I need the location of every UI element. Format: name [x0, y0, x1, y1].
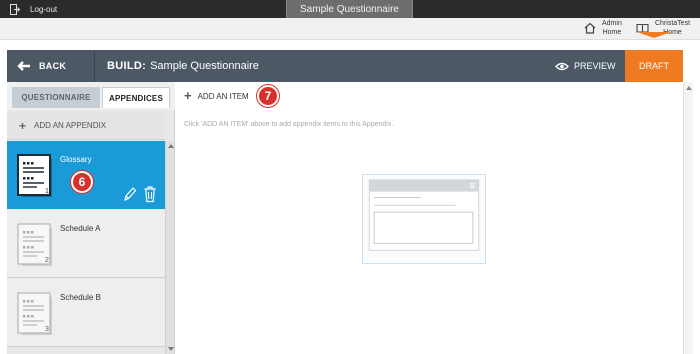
preview-button[interactable]: PREVIEW — [555, 50, 616, 82]
empty-hint: Click 'ADD AN ITEM' above to add appendi… — [184, 121, 394, 128]
logout-link[interactable]: Log-out — [10, 2, 57, 16]
callout-7: 7 — [257, 85, 279, 107]
page-title: BUILD: Sample Questionnaire — [107, 50, 259, 82]
appendix-item-schedule-a[interactable]: 2 Schedule A — [7, 210, 165, 278]
document-icon: 2 — [17, 223, 52, 266]
sidebar-scrollbar[interactable] — [165, 141, 174, 354]
admin-home-line1: Admin — [602, 20, 622, 27]
tab-appendices[interactable]: APPENDICES — [102, 87, 170, 108]
back-button[interactable]: BACK — [7, 50, 95, 82]
build-name: Sample Questionnaire — [150, 60, 259, 72]
document-number: 1 — [45, 188, 49, 195]
app-window: Log-out Sample Questionnaire Admin Home … — [0, 0, 700, 354]
admin-home-line2: Home — [602, 29, 622, 36]
main-scrollbar[interactable] — [683, 82, 693, 354]
user-home-line1: ChristaTest — [655, 20, 691, 27]
appendix-item-schedule-b[interactable]: 3 Schedule B — [7, 279, 165, 347]
item-actions — [123, 185, 157, 203]
callout-6: 6 — [71, 171, 93, 193]
logout-label: Log-out — [30, 4, 58, 14]
document-number: 2 — [45, 257, 49, 264]
builder-header: BACK BUILD: Sample Questionnaire PREVIEW… — [7, 50, 683, 82]
document-number: 3 — [45, 326, 49, 333]
pencil-icon[interactable] — [123, 186, 137, 202]
scroll-up-icon[interactable] — [686, 86, 692, 90]
admin-home-link[interactable]: Admin Home — [584, 19, 622, 37]
trash-icon[interactable] — [143, 185, 157, 203]
add-appendix-button[interactable]: + ADD AN APPENDIX — [7, 112, 165, 140]
preview-label: PREVIEW — [574, 61, 616, 71]
back-label: BACK — [39, 61, 67, 71]
plus-icon: + — [19, 118, 27, 133]
top-bar: Log-out Sample Questionnaire — [0, 0, 700, 18]
appendix-title: Schedule A — [60, 224, 101, 233]
add-item-label: ADD AN ITEM — [197, 91, 249, 101]
home-icon — [584, 22, 596, 34]
user-bar: Admin Home ChristaTest Home — [0, 18, 700, 40]
back-arrow-icon — [17, 61, 30, 71]
build-prefix: BUILD: — [107, 60, 147, 72]
logout-icon — [10, 3, 20, 15]
document-title-tab: Sample Questionnaire — [286, 0, 413, 18]
appendix-title: Glossary — [60, 155, 92, 164]
scroll-down-icon[interactable] — [168, 347, 174, 351]
eye-icon — [555, 62, 569, 70]
empty-state-illustration — [362, 174, 486, 264]
plus-icon: + — [184, 88, 192, 103]
document-icon: 3 — [17, 292, 52, 335]
add-appendix-label: ADD AN APPENDIX — [34, 121, 107, 130]
add-item-button[interactable]: + ADD AN ITEM — [184, 89, 249, 103]
scroll-up-icon[interactable] — [168, 144, 174, 148]
status-badge: DRAFT — [625, 50, 683, 82]
draft-ribbon-tail — [637, 32, 671, 38]
document-icon: 1 — [17, 154, 52, 197]
appendix-title: Schedule B — [60, 293, 101, 302]
tab-questionnaire[interactable]: QUESTIONNAIRE — [12, 87, 100, 108]
